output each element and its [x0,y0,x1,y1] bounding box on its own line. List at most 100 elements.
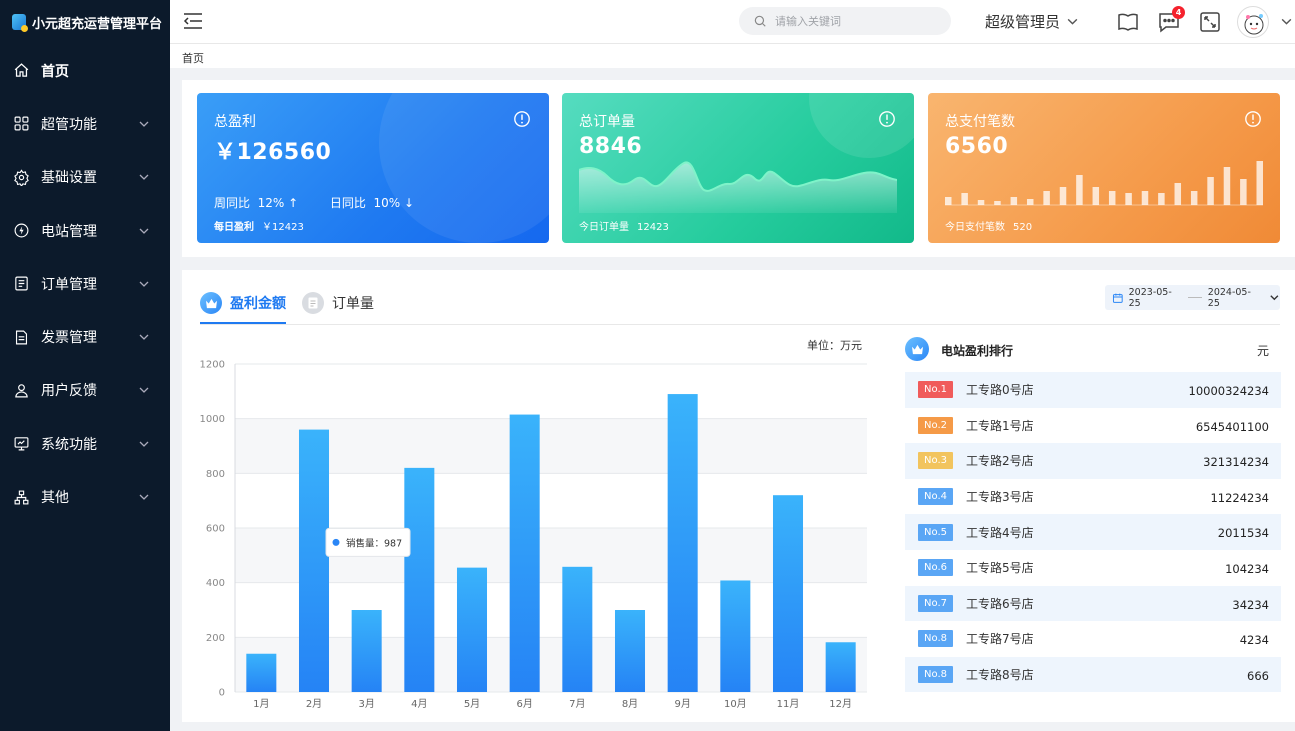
app-logo[interactable]: 小元超充运营管理平台 [0,0,170,44]
sidebar-item-system[interactable]: 系统功能 [0,417,170,470]
station-profit: 2011534 [1217,526,1269,541]
mini-bar [1207,177,1214,205]
chart-tabs: 盈利金额 订单量 [200,283,390,325]
ranking-row[interactable]: No.5 工专路4号店 2011534 [905,514,1281,550]
crown-icon [200,292,222,314]
rank-badge: No.1 [918,381,953,399]
card-footer: 今日支付笔数 520 [945,218,1032,233]
x-tick-label: 7月 [569,698,585,710]
chevron-down-icon[interactable] [1280,15,1293,28]
y-tick-label: 400 [206,578,225,589]
rank-badge: No.3 [918,452,953,470]
bar[interactable] [772,495,804,692]
station-profit: 11224234 [1210,490,1269,505]
fullscreen-icon[interactable] [1198,10,1222,34]
sidebar-item-label: 订单管理 [41,276,97,293]
card-footer: 今日订单量 12423 [579,218,669,233]
sidebar-item-basic-settings[interactable]: 基础设置 [0,151,170,204]
mini-bar [1026,199,1034,205]
ranking-row[interactable]: No.6 工专路5号店 104234 [905,550,1281,586]
sidebar: 小元超充运营管理平台 首页 超管功能 基础设置 电站管理 订单管理 发票管理 用… [0,0,170,731]
bar[interactable] [614,610,646,692]
tab-orders[interactable]: 订单量 [302,283,374,323]
date-range-picker[interactable]: 2023-05-25 2024-05-25 [1105,285,1280,310]
user-menu[interactable]: 超级管理员 [985,11,1079,32]
message-button[interactable]: 4 [1157,6,1185,34]
y-tick-label: 200 [206,633,225,644]
station-icon [12,222,30,240]
date-start[interactable]: 2023-05-25 [1129,287,1183,309]
ranking-list: No.1 工专路0号店 10000324234 No.2 工专路1号店 654540110… [905,372,1281,693]
avatar[interactable] [1237,6,1269,38]
sidebar-item-other[interactable]: 其他 [0,470,170,523]
mini-bar [977,200,985,205]
menu-collapse-icon[interactable] [182,11,204,31]
sidebar-item-feedback[interactable]: 用户反馈 [0,364,170,417]
bar[interactable] [298,429,330,692]
chevron-down-icon [139,441,149,447]
y-tick-label: 0 [219,688,225,699]
sidebar-item-label: 电站管理 [41,223,97,240]
y-tick-label: 1000 [200,414,225,425]
station-name: 工专路7号店 [966,632,1034,647]
mini-bar [1240,179,1247,205]
mini-bar [1256,161,1263,205]
tab-profit[interactable]: 盈利金额 [200,283,286,324]
tooltip-text: 销售量：987 [346,537,402,549]
footer-label: 今日支付笔数 [945,222,1005,233]
sidebar-item-superadmin[interactable]: 超管功能 [0,97,170,150]
station-profit: 321314234 [1203,455,1269,470]
ranking-row[interactable]: No.8 工专路7号店 4234 [905,621,1281,657]
sidebar-item-orders[interactable]: 订单管理 [0,257,170,310]
sidebar-item-station[interactable]: 电站管理 [0,204,170,257]
mini-bar [1076,175,1083,205]
info-icon[interactable] [1244,110,1262,128]
ranking-row[interactable]: No.4 工专路3号店 11224234 [905,479,1281,515]
chevron-down-icon [1067,18,1078,25]
book-icon[interactable] [1116,10,1140,34]
bar[interactable] [562,566,593,692]
search-input[interactable] [775,14,935,28]
y-tick-label: 600 [206,524,225,535]
ranking-row[interactable]: No.2 工专路1号店 6545401100 [905,408,1281,444]
sidebar-item-home[interactable]: 首页 [0,44,170,97]
notification-badge: 4 [1172,6,1185,19]
breadcrumb[interactable]: 首页 [182,50,204,66]
bar[interactable] [825,642,856,692]
sidebar-item-invoice[interactable]: 发票管理 [0,310,170,363]
date-end[interactable]: 2024-05-25 [1208,287,1262,309]
footer-label: 今日订单量 [579,222,629,233]
bar[interactable] [404,467,435,692]
ranking-row[interactable]: No.7 工专路6号店 34234 [905,585,1281,622]
rank-badge: No.2 [918,416,953,434]
app-title: 小元超充运营管理平台 [32,16,163,32]
info-icon[interactable] [513,110,531,128]
calendar-icon [1112,293,1123,303]
x-tick-label: 9月 [674,698,690,710]
bar[interactable] [509,414,540,692]
bar[interactable] [351,610,382,692]
rank-badge: No.6 [918,559,953,577]
ranking-row[interactable]: No.8 工专路8号店 666 [905,656,1281,693]
orders-sparkline [579,161,897,213]
station-name: 工专路6号店 [966,596,1034,611]
compare-row: 周同比 12% ↑ 日同比 10% ↓ [214,194,414,211]
avatar-image [1244,14,1264,35]
bar[interactable] [246,653,277,692]
mini-bar [1125,193,1132,205]
station-profit: 4234 [1239,633,1269,648]
mini-bar [1223,167,1231,205]
sidebar-item-label: 其他 [41,490,69,507]
ranking-row[interactable]: No.1 工专路0号店 10000324234 [905,372,1281,408]
tooltip-dot [332,538,340,546]
chevron-down-icon [139,174,149,181]
info-icon[interactable] [878,110,896,128]
ranking-row[interactable]: No.3 工专路2号店 321314234 [905,443,1281,479]
bar[interactable] [720,580,751,692]
search-icon [754,15,766,27]
card-footer: 每日盈利 ￥12423 [214,218,304,233]
mini-bar [1043,191,1050,205]
station-name: 工专路4号店 [966,525,1034,540]
bar[interactable] [456,567,488,692]
bar[interactable] [667,394,698,692]
